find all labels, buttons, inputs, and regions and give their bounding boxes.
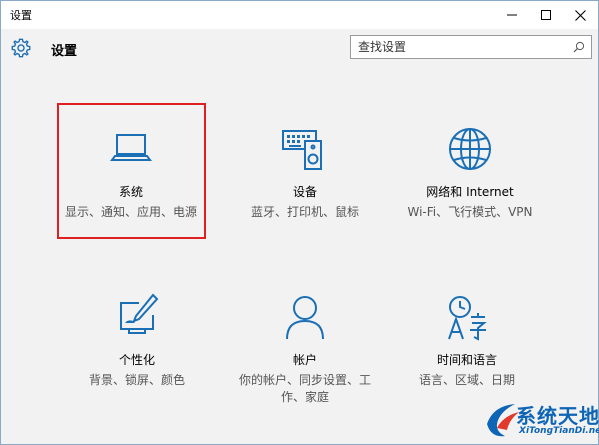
tile-label: 网络和 Internet <box>426 185 514 199</box>
tile-label: 帐户 <box>292 353 317 367</box>
tile-description: 蓝牙、打印机、鼠标 <box>250 205 359 219</box>
tile-network[interactable]: 网络和 Internet Wi-Fi、飞行模式、VPN <box>395 113 545 243</box>
personalization-icon <box>120 293 159 334</box>
settings-header: 设置 <box>1 29 598 69</box>
window-title: 设置 <box>10 9 32 22</box>
tile-label: 时间和语言 <box>436 353 497 367</box>
tile-personalization[interactable]: 个性化 背景、锁屏、颜色 <box>62 281 212 411</box>
tile-accounts[interactable]: 帐户 你的帐户、同步设置、工作、家庭 <box>230 281 380 411</box>
tile-description: 你的帐户、同步设置、工作、家庭 <box>238 373 371 404</box>
tile-devices[interactable]: 设备 蓝牙、打印机、鼠标 <box>230 113 380 243</box>
search-input[interactable] <box>358 39 558 55</box>
tile-label: 设备 <box>292 185 317 199</box>
page-title: 设置 <box>51 44 78 59</box>
close-button[interactable] <box>563 1 597 29</box>
tile-description: Wi-Fi、飞行模式、VPN <box>407 205 533 219</box>
tile-time-language[interactable]: 时间和语言 语言、区域、日期 <box>392 281 542 411</box>
close-icon <box>574 9 586 21</box>
devices-icon <box>282 130 322 170</box>
globe-icon <box>449 128 491 170</box>
tile-label: 个性化 <box>118 353 155 367</box>
person-icon <box>286 296 324 340</box>
gear-icon <box>11 38 31 58</box>
minimize-button[interactable] <box>495 1 529 29</box>
time-language-icon <box>448 296 487 341</box>
maximize-icon <box>541 10 551 20</box>
tile-label: 系统 <box>118 185 143 199</box>
search-box[interactable] <box>350 35 592 59</box>
minimize-icon <box>507 14 517 16</box>
title-bar: 设置 <box>1 1 598 29</box>
search-icon[interactable] <box>573 41 585 53</box>
laptop-icon <box>110 134 152 161</box>
watermark-url: XiTongTianDi.net <box>519 426 599 436</box>
tile-system[interactable]: 系统 显示、通知、应用、电源 <box>56 113 206 243</box>
tile-description: 背景、锁屏、颜色 <box>88 373 185 387</box>
maximize-button[interactable] <box>529 1 563 29</box>
watermark-text: 系统天地 <box>516 404 599 428</box>
tile-description: 语言、区域、日期 <box>418 373 515 387</box>
tile-description: 显示、通知、应用、电源 <box>64 205 197 219</box>
watermark: 系统天地 XiTongTianDi.net <box>483 394 599 445</box>
